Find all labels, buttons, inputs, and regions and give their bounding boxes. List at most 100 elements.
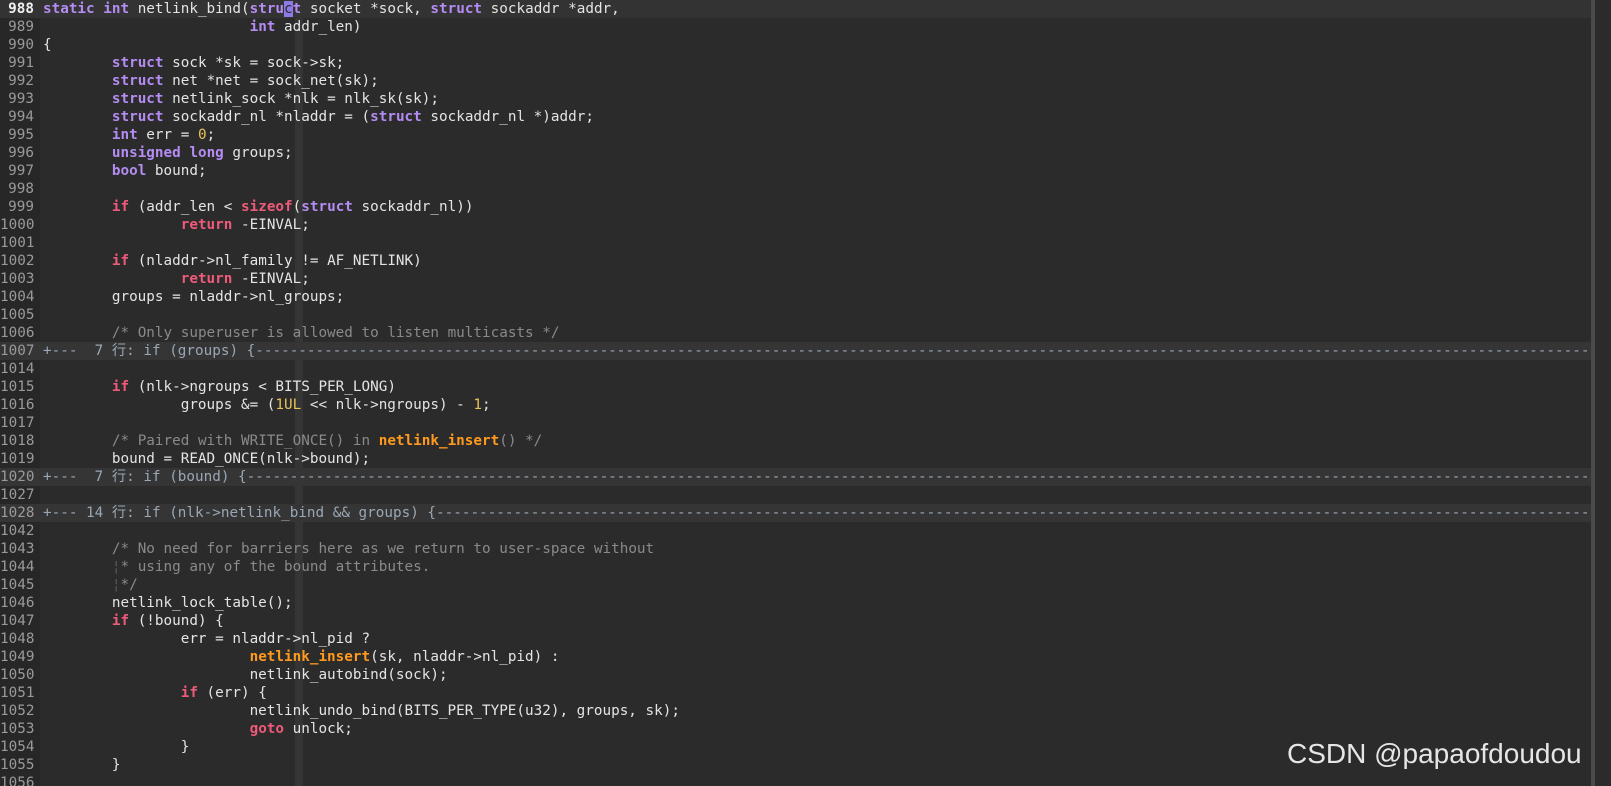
code-line[interactable]: 1046 netlink_lock_table(); (0, 594, 1591, 612)
code-line[interactable]: 1056 (0, 774, 1591, 786)
line-number: 1053 (0, 721, 35, 737)
code-line[interactable]: 998 (0, 180, 1591, 198)
comment-text: /* Only superuser is allowed to listen m… (111, 325, 560, 341)
code-line[interactable]: 999 if (addr_len < sizeof(struct sockadd… (0, 198, 1591, 216)
line-content: if (nladdr->nl_family != AF_NETLINK) (34, 252, 1591, 270)
code-text: sockaddr_nl *)addr; (421, 109, 594, 125)
code-text: (addr_len < (129, 199, 241, 215)
line-content: if (!bound) { (34, 612, 1591, 630)
line-content: if (addr_len < sizeof(struct sockaddr_nl… (34, 198, 1591, 216)
code-line[interactable]: 1002 if (nladdr->nl_family != AF_NETLINK… (0, 252, 1591, 270)
control-keyword-token: if (111, 199, 130, 215)
code-text: } (43, 739, 190, 755)
code-line[interactable]: 1016 groups &= (1UL << nlk->ngroups) - 1… (0, 396, 1591, 414)
line-content: static int netlink_bind(struct socket *s… (34, 0, 1591, 18)
code-view[interactable]: 988 static int netlink_bind(struct socket… (0, 0, 1591, 786)
code-line[interactable]: 1053 goto unlock; (0, 720, 1591, 738)
code-line[interactable]: 1051 if (err) { (0, 684, 1591, 702)
line-number: 1042 (0, 523, 35, 539)
code-line[interactable]: 1017 (0, 414, 1591, 432)
keyword-token: struct (111, 91, 164, 107)
keyword-token: struct (111, 55, 164, 71)
code-line[interactable]: 1045 ¦*/ (0, 576, 1591, 594)
folded-block[interactable]: 1020 +--- 7 行: if (bound) {--------------… (0, 468, 1591, 486)
code-line[interactable]: 1027 (0, 486, 1591, 504)
line-number: 1019 (0, 451, 35, 467)
line-number: 1048 (0, 631, 35, 647)
code-line[interactable]: 1019 bound = READ_ONCE(nlk->bound); (0, 450, 1591, 468)
line-number: 996 (8, 145, 34, 161)
folded-block[interactable]: 1007 +--- 7 行: if (groups) {-------------… (0, 342, 1591, 360)
keyword-token: struct (370, 109, 422, 125)
vim-editor[interactable]: 988 static int netlink_bind(struct socket… (0, 0, 1611, 786)
line-number: 1052 (0, 703, 35, 719)
line-content: netlink_autobind(sock); (34, 666, 1591, 684)
code-line[interactable]: 1001 (0, 234, 1591, 252)
vertical-scrollbar[interactable] (1591, 0, 1595, 786)
line-content (34, 306, 1591, 324)
line-content: bool bound; (34, 162, 1591, 180)
code-line[interactable]: 1004 groups = nladdr->nl_groups; (0, 288, 1591, 306)
code-line[interactable]: 1014 (0, 360, 1591, 378)
line-number: 995 (8, 127, 34, 143)
code-line[interactable]: 1042 (0, 522, 1591, 540)
line-content: groups &= (1UL << nlk->ngroups) - 1; (34, 396, 1591, 414)
code-line[interactable]: 990 { (0, 36, 1591, 54)
code-line[interactable]: 1018 /* Paired with WRITE_ONCE() in netl… (0, 432, 1591, 450)
code-line[interactable]: 992 struct net *net = sock_net(sk); (0, 72, 1591, 90)
code-line[interactable]: 996 unsigned long groups; (0, 144, 1591, 162)
code-line[interactable]: 1049 netlink_insert(sk, nladdr->nl_pid) … (0, 648, 1591, 666)
code-line[interactable]: 1005 (0, 306, 1591, 324)
control-keyword-token: if (180, 685, 198, 701)
line-number: 1047 (0, 613, 35, 629)
code-line[interactable]: 1050 netlink_autobind(sock); (0, 666, 1591, 684)
line-number: 1054 (0, 739, 35, 755)
code-line[interactable]: 1043 /* No need for barriers here as we … (0, 540, 1591, 558)
keyword-token: struct (111, 109, 164, 125)
highlighted-function: netlink_insert (378, 433, 500, 449)
code-line[interactable]: 1048 err = nladdr->nl_pid ? (0, 630, 1591, 648)
code-line[interactable]: 994 struct sockaddr_nl *nladdr = (struct… (0, 108, 1591, 126)
line-content: int err = 0; (34, 126, 1591, 144)
comment-text: /* Paired with WRITE_ONCE() in (111, 433, 379, 449)
code-line[interactable]: 988 static int netlink_bind(struct socket… (0, 0, 1591, 18)
code-line[interactable]: 1000 return -EINVAL; (0, 216, 1591, 234)
code-line[interactable]: 1047 if (!bound) { (0, 612, 1591, 630)
line-number: 1001 (0, 235, 35, 251)
code-line[interactable]: 1052 netlink_undo_bind(BITS_PER_TYPE(u32… (0, 702, 1591, 720)
code-line[interactable]: 997 bool bound; (0, 162, 1591, 180)
code-line[interactable]: 989 int addr_len) (0, 18, 1591, 36)
line-number: 993 (8, 91, 34, 107)
line-number: 998 (8, 181, 34, 197)
code-line[interactable]: 991 struct sock *sk = sock->sk; (0, 54, 1591, 72)
code-line[interactable]: 1006 /* Only superuser is allowed to lis… (0, 324, 1591, 342)
code-text: groups; (223, 145, 293, 161)
line-number: 1014 (0, 361, 35, 377)
code-line[interactable]: 1015 if (nlk->ngroups < BITS_PER_LONG) (0, 378, 1591, 396)
code-text: addr_len) (275, 19, 362, 35)
code-line[interactable]: 995 int err = 0; (0, 126, 1591, 144)
code-line[interactable]: 1003 return -EINVAL; (0, 270, 1591, 288)
code-line[interactable]: 993 struct netlink_sock *nlk = nlk_sk(sk… (0, 90, 1591, 108)
line-number: 1027 (0, 487, 35, 503)
folded-block[interactable]: 1028 +--- 14 行: if (nlk->netlink_bind && … (0, 504, 1591, 522)
line-number: 1016 (0, 397, 35, 413)
line-number: 1044 (0, 559, 35, 575)
line-content: +--- 7 行: if (bound) {------------------… (34, 468, 1591, 486)
code-text: groups &= ( (43, 397, 276, 413)
comment-text: */ (120, 577, 138, 593)
keyword-token: long (189, 145, 224, 161)
control-keyword-token: goto (249, 721, 285, 737)
line-content: int addr_len) (34, 18, 1591, 36)
line-content (34, 360, 1591, 378)
fold-marker-text: +--- 14 行: if (nlk->netlink_bind && grou… (43, 505, 1591, 521)
code-line[interactable]: 1044 ¦* using any of the bound attribute… (0, 558, 1591, 576)
fold-marker-text: +--- 7 行: if (groups) {-----------------… (43, 343, 1591, 359)
